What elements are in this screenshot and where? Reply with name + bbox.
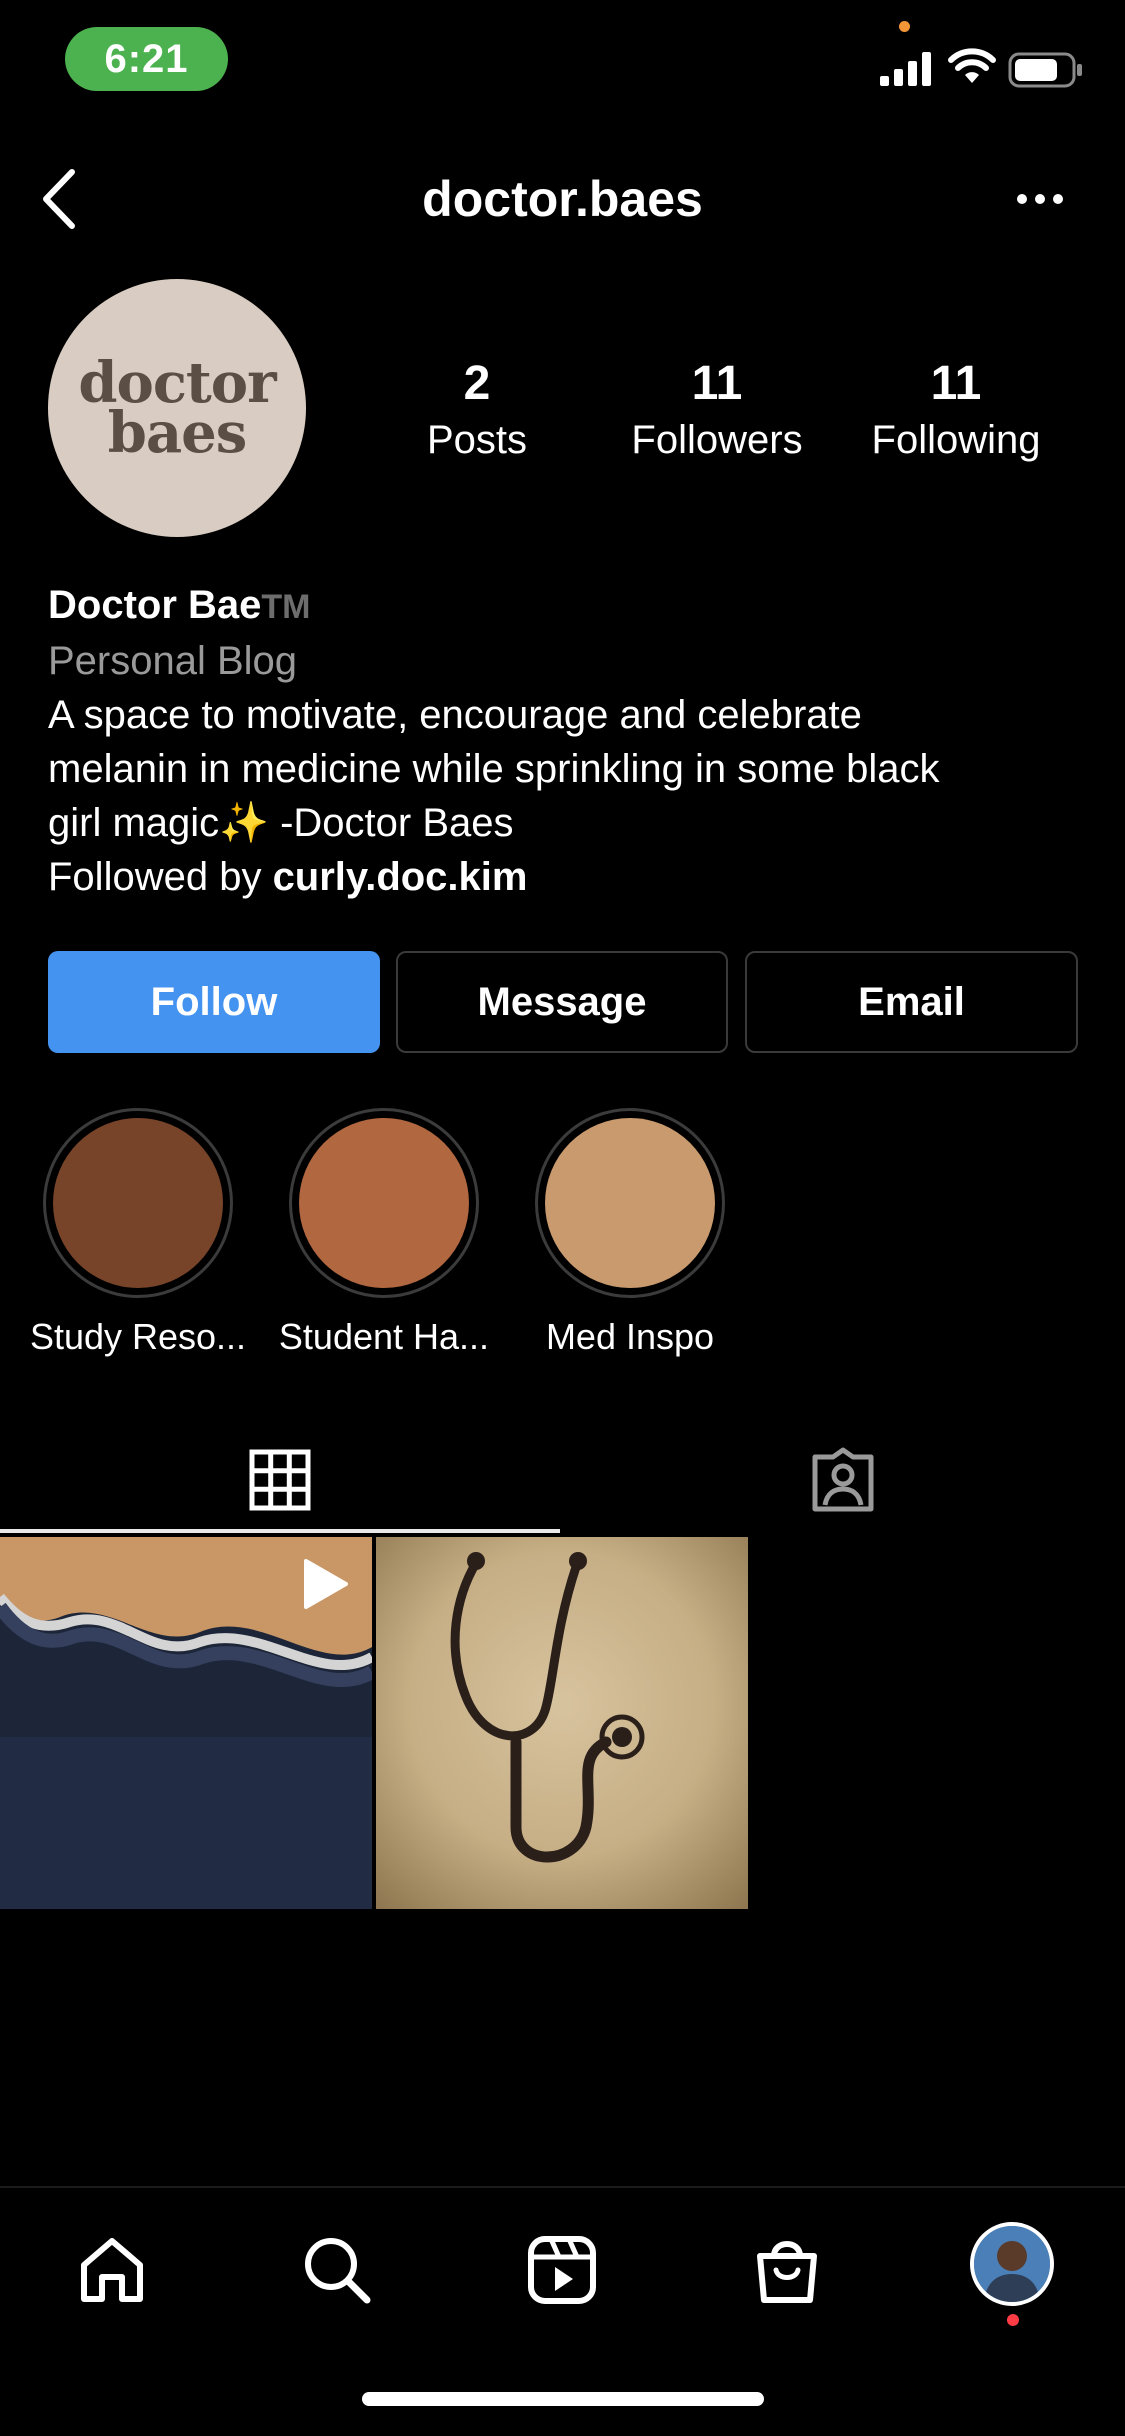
more-options-icon[interactable] [1010,184,1070,214]
highlight-cover [53,1118,223,1288]
highlight-cover [299,1118,469,1288]
trademark-mark: TM [261,588,311,626]
highlight-label: Med Inspo [545,1316,715,1357]
profile-content-tabs [0,1425,1125,1535]
highlight-cover [545,1118,715,1288]
stat-posts[interactable]: 2 Posts [357,355,597,465]
reels-icon [528,2236,596,2304]
profile-photo [974,2226,1050,2302]
tab-posts-grid[interactable] [0,1425,560,1535]
stat-followers-label: Followers [631,418,803,462]
post-thumbnail-video[interactable] [0,1537,372,1909]
highlight-label: Study Reso... [29,1316,247,1357]
highlight-ring [43,1108,233,1298]
message-button[interactable]: Message [396,951,728,1053]
profile-username-title: doctor.baes [422,171,703,227]
home-indicator[interactable] [362,2392,764,2406]
search-icon [305,2238,371,2304]
stat-following-value: 11 [930,357,982,410]
followed-by-prefix: Followed by [48,855,273,899]
video-play-icon [304,1559,348,1609]
profile-avatar-large[interactable]: doctor baes [48,279,306,537]
bio-text-line-1: A space to motivate, encourage and celeb… [48,693,862,737]
profile-bio: Doctor BaeTM Personal Blog A space to mo… [48,578,1098,904]
stat-posts-label: Posts [426,418,528,462]
bottom-nav-divider [0,2186,1125,2188]
bio-text-line-3-start: girl magic [48,801,220,845]
cellular-signal-icon [880,52,931,86]
highlight-med-inspo[interactable]: Med Inspo [515,1108,745,1358]
avatar-logo-text-2: baes [107,400,248,466]
nav-shop[interactable] [742,2225,832,2315]
stethoscope-icon [450,1552,645,1863]
highlight-study-resources[interactable]: Study Reso... [23,1108,253,1358]
nav-reels[interactable] [517,2225,607,2315]
highlight-ring [535,1108,725,1298]
nav-profile-avatar[interactable] [970,2222,1054,2306]
stat-following[interactable]: 11 Following [836,355,1076,465]
highlight-ring [289,1108,479,1298]
notification-dot [1007,2314,1019,2326]
bio-text-line-3: girl magic✨ -Doctor Baes [48,796,1098,850]
status-time[interactable]: 6:21 [65,27,228,91]
profile-name-row: Doctor BaeTM [48,578,1098,634]
stat-following-label: Following [871,418,1041,462]
active-tab-indicator [0,1529,560,1533]
profile-category: Personal Blog [48,639,298,683]
profile-display-name: Doctor Bae [48,583,262,627]
sparkles-emoji: ✨ [219,801,269,845]
profile-action-buttons: Follow Message Email [48,951,1078,1053]
nav-search[interactable] [292,2225,382,2315]
follow-button[interactable]: Follow [48,951,380,1053]
nav-home[interactable] [67,2225,157,2315]
wifi-icon [948,48,996,83]
bottom-navigation [0,2190,1125,2340]
email-button[interactable]: Email [745,951,1078,1053]
followed-by-username[interactable]: curly.doc.kim [273,855,528,899]
home-icon [81,2238,143,2302]
post-thumbnail-stethoscope[interactable] [376,1537,748,1909]
tab-tagged[interactable] [560,1425,1125,1535]
stat-followers[interactable]: 11 Followers [597,355,837,465]
privacy-indicator-dot [899,21,910,32]
stat-posts-value: 2 [463,357,491,410]
profile-header: doctor.baes [0,150,1125,250]
bio-text-line-2: melanin in medicine while sprinkling in … [48,747,940,791]
tagged-user-icon [812,1447,873,1512]
followed-by[interactable]: Followed by curly.doc.kim [48,850,1098,904]
highlight-student-hacks[interactable]: Student Ha... [269,1108,499,1358]
battery-icon [1008,52,1082,88]
shop-icon [757,2241,817,2303]
grid-icon [249,1449,311,1511]
stat-followers-value: 11 [691,357,743,410]
highlight-label: Student Ha... [278,1316,490,1357]
status-bar: 6:21 [0,0,1125,120]
bio-text-line-3-end: -Doctor Baes [268,801,514,845]
